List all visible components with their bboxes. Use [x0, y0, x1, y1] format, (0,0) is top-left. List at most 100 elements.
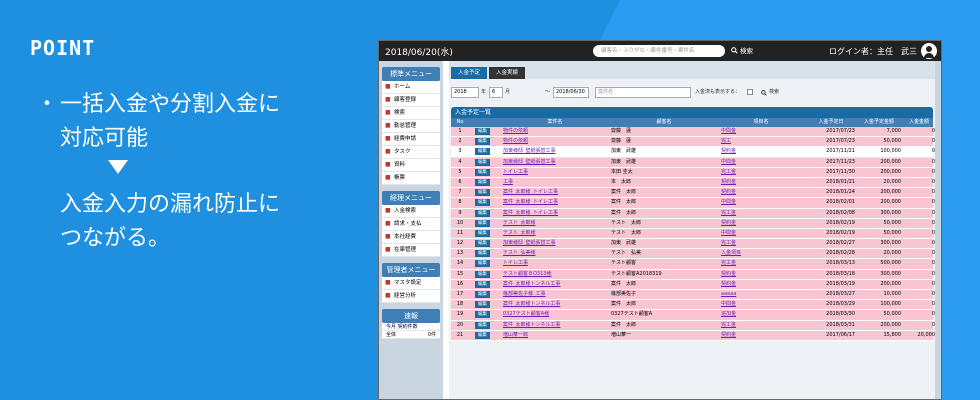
case-link[interactable]: トイレ工事	[503, 168, 607, 177]
table-row[interactable]: 5 編集 トイレ工事 本田 圭太 完工金 2017/11/30 200,000 0	[451, 167, 935, 178]
table-row[interactable]: 9 編集 案件_太郎様_トイレ工事 案件 太郎 完工金 2018/02/08 300,000…	[451, 208, 935, 219]
sidebar-item-analysis[interactable]: ■ 経営分析	[382, 290, 440, 303]
table-row[interactable]: 1 編集 物件の依頼 齋藤 蓮 中間金 2017/07/23 7,000 0	[451, 127, 935, 138]
sidebar-item-customer[interactable]: ■ 顧客登録	[382, 94, 440, 107]
edit-button[interactable]: 編集	[475, 188, 490, 197]
table-row[interactable]: 14 編集 トイレ工事 テスト顧客 完工金 2018/03/13 500,000 0	[451, 259, 935, 270]
global-search-button[interactable]: 検索	[731, 45, 753, 55]
item-link[interactable]: 契約金	[721, 270, 801, 279]
case-link[interactable]: 増山華一郎	[503, 331, 607, 340]
table-row[interactable]: 4 編集 加東様邸_壁紙張替工事 加東 武雄 中間金 2017/11/23 200,000 0	[451, 157, 935, 168]
table-row[interactable]: 20 編集 案件_太郎様トンネル工事 案件 太郎 完工金 2018/03/31 200,00…	[451, 320, 935, 331]
item-link[interactable]: 完工金	[721, 168, 801, 177]
tab-deposit-actual[interactable]: 入金実績	[489, 67, 525, 79]
item-link[interactable]: 中間金	[721, 127, 801, 136]
edit-button[interactable]: 編集	[475, 280, 490, 289]
table-row[interactable]: 19 編集 0327テスト顧客A様 0327テスト顧客A 追加金 2018/03/30 50…	[451, 310, 935, 321]
case-link[interactable]: 0327テスト顧客A様	[503, 310, 607, 319]
item-link[interactable]: 契約金	[721, 178, 801, 187]
item-link[interactable]: aaaaa	[721, 290, 801, 299]
table-row[interactable]: 12 編集 加東様邸_壁紙張替工事 加東 武雄 完工金 2018/02/27 300,000…	[451, 239, 935, 250]
sidebar-item-inventory[interactable]: ■ 在庫管理	[382, 244, 440, 257]
year-select[interactable]: 2018	[451, 87, 479, 98]
edit-button[interactable]: 編集	[475, 270, 490, 279]
item-link[interactable]: 契約金	[721, 188, 801, 197]
item-link[interactable]: 中間金	[721, 300, 801, 309]
item-link[interactable]: 契約金	[721, 331, 801, 340]
table-row[interactable]: 18 編集 案件_太郎様トンネル工事 案件 太郎 中間金 2018/03/29 100,00…	[451, 300, 935, 311]
edit-button[interactable]: 編集	[475, 321, 490, 330]
case-link[interactable]: 篠部美佐子様_工事	[503, 290, 607, 299]
global-search-input[interactable]: 顧客名・ふりがな・案件番号・案件名	[593, 45, 725, 57]
sidebar-item-invoice[interactable]: ■ 請求・支払	[382, 218, 440, 231]
case-link[interactable]: 加東様邸_壁紙張替工事	[503, 239, 607, 248]
edit-button[interactable]: 編集	[475, 178, 490, 187]
item-link[interactable]: 完工金	[721, 209, 801, 218]
sidebar-item-home[interactable]: ■ ホーム	[382, 81, 440, 94]
case-link[interactable]: トイレ工事	[503, 259, 607, 268]
case-link[interactable]: 案件_太郎様_トイレ工事	[503, 198, 607, 207]
sidebar-item-master-settings[interactable]: ■ マスタ設定	[382, 277, 440, 290]
edit-button[interactable]: 編集	[475, 259, 490, 268]
table-row[interactable]: 16 編集 案件_太郎様トンネル工事 案件 太郎 契約金 2018/03/19 200,00…	[451, 279, 935, 290]
case-link[interactable]: 物件の依頼	[503, 127, 607, 136]
avatar[interactable]	[921, 43, 937, 59]
item-link[interactable]: 完工金	[721, 239, 801, 248]
table-row[interactable]: 17 編集 篠部美佐子様_工事 篠部美佐子 aaaaa 2018/03/27 10,000 0	[451, 290, 935, 301]
table-row[interactable]: 3 編集 加東様邸_壁紙張替工事 加東 武雄 契約金 2017/11/21 100,000 0	[451, 147, 935, 158]
sidebar-item-search[interactable]: ■ 検索	[382, 107, 440, 120]
table-row[interactable]: 2 編集 物件の依頼 齋藤 蓮 完工 2017/07/23 50,000 0	[451, 137, 935, 148]
sidebar-item-hq-expense[interactable]: ■ 本社経費	[382, 231, 440, 244]
case-link[interactable]: 案件_太郎様トンネル工事	[503, 300, 607, 309]
item-link[interactable]: 追加金	[721, 310, 801, 319]
table-row[interactable]: 8 編集 案件_太郎様_トイレ工事 案件 太郎 中間金 2018/02/01 200,000…	[451, 198, 935, 209]
case-link[interactable]: 案件_太郎様_トイレ工事	[503, 209, 607, 218]
item-link[interactable]: 完工	[721, 137, 801, 146]
item-link[interactable]: 中間金	[721, 158, 801, 167]
case-link[interactable]: 加東様邸_壁紙張替工事	[503, 158, 607, 167]
tab-deposit-schedule[interactable]: 入金予定	[451, 67, 487, 79]
case-link[interactable]: テスト顧客ＢO313様	[503, 270, 607, 279]
edit-button[interactable]: 編集	[475, 127, 490, 136]
item-link[interactable]: 契約金	[721, 219, 801, 228]
case-link[interactable]: 加東様邸_壁紙張替工事	[503, 147, 607, 156]
scrollbar[interactable]	[935, 61, 941, 399]
table-row[interactable]: 13 編集 テスト_弘美様 テスト 弘美 入金項目 2018/02/28 20,000 0	[451, 249, 935, 260]
table-row[interactable]: 7 編集 案件_太郎様_トイレ工事 案件 太郎 契約金 2018/01/24 200,000…	[451, 188, 935, 199]
case-link[interactable]: 案件_太郎様トンネル工事	[503, 321, 607, 330]
item-link[interactable]: 完工金	[721, 259, 801, 268]
edit-button[interactable]: 編集	[475, 219, 490, 228]
table-row[interactable]: 6 編集 工事本 太郎 契約金 2018/01/21 20,000 0	[451, 177, 935, 189]
table-row[interactable]: 11 編集 テスト_太郎様 テスト 太郎 中間金 2018/02/19 50,000 0	[451, 228, 935, 240]
edit-button[interactable]: 編集	[475, 331, 490, 340]
case-name-input[interactable]: 案件名	[595, 87, 691, 98]
case-link[interactable]: テスト_太郎様	[503, 219, 607, 228]
table-row[interactable]: 21 編集 増山華一郎 増山華一 契約金 2017/06/17 15,800 20,000	[451, 330, 935, 341]
item-link[interactable]: 入金項目	[721, 249, 801, 258]
edit-button[interactable]: 編集	[475, 249, 490, 258]
table-row[interactable]: 15 編集 テスト顧客ＢO313様 テスト顧客A2018319 契約金 2018/03/1…	[451, 269, 935, 280]
item-link[interactable]: 中間金	[721, 229, 801, 238]
sidebar-item-documents[interactable]: ■ 資料	[382, 159, 440, 172]
item-link[interactable]: 契約金	[721, 147, 801, 156]
case-link[interactable]: テスト_弘美様	[503, 249, 607, 258]
item-link[interactable]: 完工金	[721, 321, 801, 330]
edit-button[interactable]: 編集	[475, 147, 490, 156]
edit-button[interactable]: 編集	[475, 300, 490, 309]
month-select[interactable]: 6	[489, 87, 503, 98]
case-link[interactable]: 案件_太郎様トンネル工事	[503, 280, 607, 289]
end-date-input[interactable]: 2018/06/30	[553, 87, 589, 98]
filter-search-button[interactable]: 検索	[761, 87, 779, 98]
item-link[interactable]: 契約金	[721, 280, 801, 289]
sidebar-item-task[interactable]: ■ タスク	[382, 146, 440, 159]
edit-button[interactable]: 編集	[475, 239, 490, 248]
edit-button[interactable]: 編集	[475, 209, 490, 218]
case-link[interactable]: 案件_太郎様_トイレ工事	[503, 188, 607, 197]
edit-button[interactable]: 編集	[475, 229, 490, 238]
case-link[interactable]: 工事	[503, 178, 607, 187]
case-link[interactable]: テスト_太郎様	[503, 229, 607, 238]
edit-button[interactable]: 編集	[475, 198, 490, 207]
show-paid-checkbox[interactable]	[747, 89, 753, 95]
case-link[interactable]: 物件の依頼	[503, 137, 607, 146]
sidebar-item-reports[interactable]: ■ 帳票	[382, 172, 440, 185]
